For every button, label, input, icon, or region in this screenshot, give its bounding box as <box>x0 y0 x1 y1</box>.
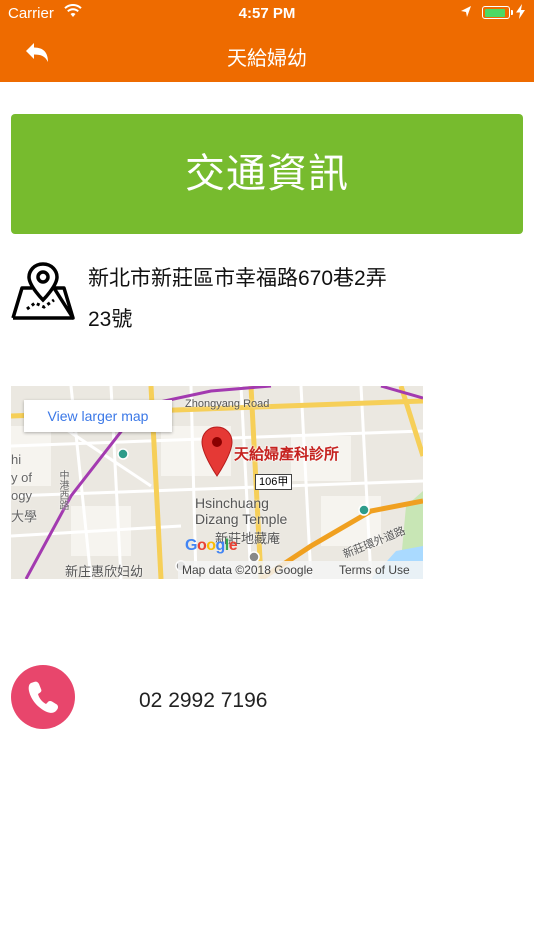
status-bar: Carrier 4:57 PM <box>0 0 534 28</box>
embedded-map[interactable]: View larger map Zhongyang Road 天給婦產科診所 1… <box>11 386 423 579</box>
view-larger-map-button[interactable]: View larger map <box>24 400 172 432</box>
charging-bolt-icon <box>516 4 525 19</box>
google-logo: Google <box>185 537 238 554</box>
route-shield: 106甲 <box>255 474 293 490</box>
transport-info-banner: 交通資訊 <box>11 114 523 234</box>
temple-label-en-1: Hsinchuang <box>195 495 269 511</box>
bottom-place-label: 新庄惠欣妇幼 <box>65 564 144 579</box>
page-title: 天給婦幼 <box>227 48 307 70</box>
map-location-icon <box>11 262 75 320</box>
navigation-bar: Carrier 4:57 PM 天給婦幼 <box>0 0 534 82</box>
left-road-label: 中港西路 <box>57 470 68 510</box>
battery-icon <box>482 6 510 19</box>
status-time: 4:57 PM <box>238 5 296 22</box>
location-arrow-icon <box>461 6 471 17</box>
address-line-2: 23號 <box>88 308 133 331</box>
map-data-label: Map data ©2018 Google <box>182 563 313 577</box>
side-label-1: hi <box>11 452 22 467</box>
temple-label-en: Hsinchuang Dizang Temple <box>195 495 287 527</box>
address-text: 新北市新莊區市幸福路670巷2弄 23號 <box>88 258 438 340</box>
side-label-4: 大學 <box>11 509 38 524</box>
road-label-top: Zhongyang Road <box>185 398 270 410</box>
terms-of-use-link[interactable]: Terms of Use <box>339 561 410 579</box>
battery-tip <box>511 10 513 15</box>
call-button[interactable] <box>11 665 75 729</box>
temple-label-en-2: Dizang Temple <box>195 511 288 527</box>
phone-icon <box>28 681 58 713</box>
side-label-2: y of <box>11 470 32 485</box>
address-line-1: 新北市新莊區市幸福路670巷2弄 <box>88 267 387 290</box>
place-label: 天給婦產科診所 <box>234 446 340 463</box>
map-attribution-bar: Map data ©2018 Google Terms of Use <box>178 561 423 579</box>
map-pin-icon[interactable] <box>201 426 233 478</box>
phone-number[interactable]: 02 2992 7196 <box>139 689 267 713</box>
side-label-3: ogy <box>11 488 32 503</box>
